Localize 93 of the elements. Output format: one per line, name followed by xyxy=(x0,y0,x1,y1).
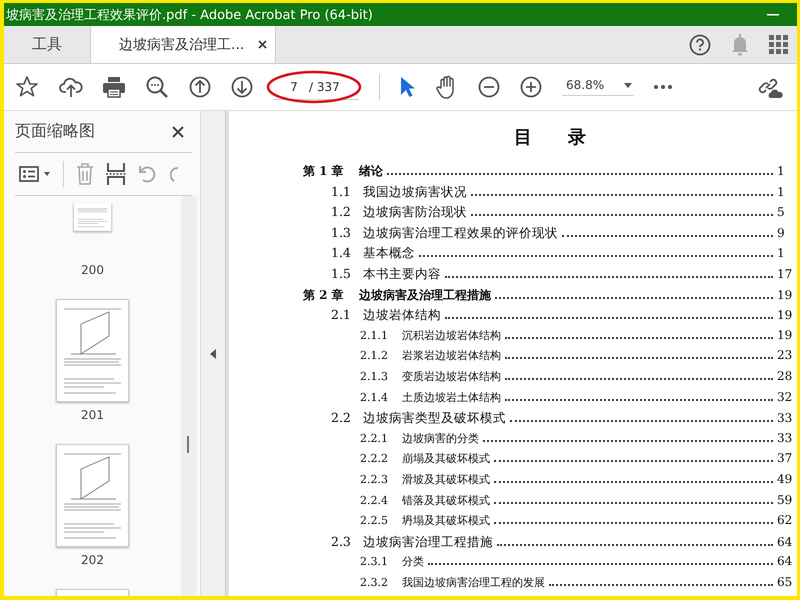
toc-number: 2.1.4 xyxy=(360,390,389,404)
toc-page-number: 37 xyxy=(777,451,794,466)
toc-title: 本书主要内容 xyxy=(363,266,441,283)
star-icon[interactable] xyxy=(15,75,39,99)
toc-page-number: 19 xyxy=(777,328,794,342)
help-icon[interactable] xyxy=(689,34,711,56)
toc-number: 2.1.1 xyxy=(360,328,389,342)
toc-number: 2.3.2 xyxy=(360,576,389,589)
zoom-out-icon[interactable] xyxy=(478,76,500,98)
toc-page-number: 33 xyxy=(777,430,794,445)
toc-page-number: 1 xyxy=(777,164,786,178)
toc-title: 边坡病害的分类 xyxy=(402,430,479,446)
tab[interactable]: 边坡病害及治理工... xyxy=(91,26,276,63)
toc-title: 分类 xyxy=(402,554,424,570)
toc-title: 错落及其破坏模式 xyxy=(402,492,490,508)
toc-title: 土质边坡岩土体结构 xyxy=(402,390,501,405)
page-number-label: 200 xyxy=(81,263,104,277)
toc-title: 变质岩边坡岩体结构 xyxy=(402,368,501,384)
toc-title: 边坡病害治理工程效果的评价现状 xyxy=(363,224,558,242)
zoom-search-icon[interactable] xyxy=(145,75,169,99)
toc-heading: 目 录 xyxy=(513,126,587,149)
toc-page-number: 65 xyxy=(777,574,794,589)
toc-page-number: 9 xyxy=(777,226,786,240)
toc-number: 2.2.1 xyxy=(360,432,389,445)
toc-number: 1.1 xyxy=(331,184,352,199)
caret-icon[interactable] xyxy=(624,82,632,88)
toc-page-number: 62 xyxy=(777,513,794,528)
toc-number: 2.2.5 xyxy=(360,514,389,528)
toc-title: 坍塌及其破坏模式 xyxy=(402,513,490,528)
toc-number: 2.2.3 xyxy=(360,472,389,486)
toc-page-number: 33 xyxy=(777,411,794,426)
toc-number: 2.2.2 xyxy=(360,452,389,466)
toc-number: 2.1.2 xyxy=(360,349,389,362)
cursor-icon[interactable] xyxy=(400,76,416,98)
toc-title: 绪论 xyxy=(359,163,383,180)
close-icon[interactable] xyxy=(172,126,184,138)
page-number-label: 201 xyxy=(81,408,104,422)
toc-number: 2.1 xyxy=(331,307,352,322)
options-list-icon[interactable] xyxy=(19,166,51,182)
zoom-dropdown[interactable]: 68.8% xyxy=(562,78,634,96)
apps-grid-icon[interactable] xyxy=(769,34,789,54)
page-thumbnail[interactable] xyxy=(56,299,129,402)
page-number-label: 202 xyxy=(81,553,104,567)
toc-page-number: 1 xyxy=(777,184,786,199)
toc-number: 2.2 xyxy=(331,410,352,426)
toc-number: 1.3 xyxy=(331,224,352,240)
toc-title: 岩浆岩边坡岩体结构 xyxy=(402,348,501,364)
page-thumbnail[interactable] xyxy=(56,444,129,547)
toc-title: 我国边坡病害状况 xyxy=(363,184,467,201)
toc-number: 1.5 xyxy=(331,266,352,281)
crop-page-icon[interactable] xyxy=(106,163,126,185)
page-total: / 337 xyxy=(309,80,340,94)
more-icon[interactable] xyxy=(654,85,672,89)
toc-page-number: 32 xyxy=(777,390,794,404)
toc-title: 基本概念 xyxy=(363,245,415,262)
toc-number: 第 1 章 xyxy=(303,163,345,180)
toc-page-number: 19 xyxy=(777,308,794,322)
toc-page-number: 28 xyxy=(777,368,794,383)
toc-title: 边坡病害类型及破坏模式 xyxy=(363,410,506,428)
toc-title: 沉积岩边坡岩体结构 xyxy=(402,328,501,343)
toc-number: 1.4 xyxy=(331,245,352,260)
zoom-in-icon[interactable] xyxy=(520,76,542,98)
toc-page-number: 1 xyxy=(777,246,786,260)
toc-number: 2.2.4 xyxy=(360,494,389,506)
toc-title: 边坡岩体结构 xyxy=(363,307,441,324)
page-number-field[interactable]: 7 xyxy=(283,80,305,94)
toc-number: 2.1.3 xyxy=(360,370,389,383)
toc-page-number: 59 xyxy=(777,492,794,506)
panel-title: 页面缩略图 xyxy=(15,121,95,142)
toc-title: 边坡病害防治现状 xyxy=(363,204,467,222)
toc-page-number: 64 xyxy=(777,554,794,568)
toc-title: 崩塌及其破坏模式 xyxy=(402,451,490,466)
toc-page-number: 49 xyxy=(777,472,794,486)
toc-number: 2.3 xyxy=(331,534,352,549)
scrollbar-thumb[interactable] xyxy=(187,436,189,453)
toc-title: 我国边坡病害治理工程的发展 xyxy=(402,574,545,590)
collapse-arrow-icon[interactable] xyxy=(210,348,216,358)
toc-title: 滑坡及其破坏模式 xyxy=(402,472,490,487)
toc-page-number: 19 xyxy=(777,288,794,302)
toc-page-number: 64 xyxy=(777,534,794,549)
toc-page-number: 5 xyxy=(777,205,786,220)
print-icon[interactable] xyxy=(103,76,125,98)
toc-title: 边坡病害治理工程措施 xyxy=(363,534,493,551)
minimize-icon[interactable] xyxy=(767,14,779,16)
toc-number: 1.2 xyxy=(331,204,352,220)
toc-number: 2.3.1 xyxy=(360,555,389,568)
window-title: 坡病害及治理工程效果评价.pdf - Adobe Acrobat Pro (64-bit) xyxy=(6,6,373,24)
toc-page-number: 23 xyxy=(777,348,794,362)
cloud-upload-icon[interactable] xyxy=(59,76,83,98)
toc-page-number: 17 xyxy=(777,266,794,281)
toc-title: 边坡病害及治理工程措施 xyxy=(359,286,491,304)
close-icon[interactable] xyxy=(258,40,268,49)
toc-number: 第 2 章 xyxy=(303,286,345,304)
